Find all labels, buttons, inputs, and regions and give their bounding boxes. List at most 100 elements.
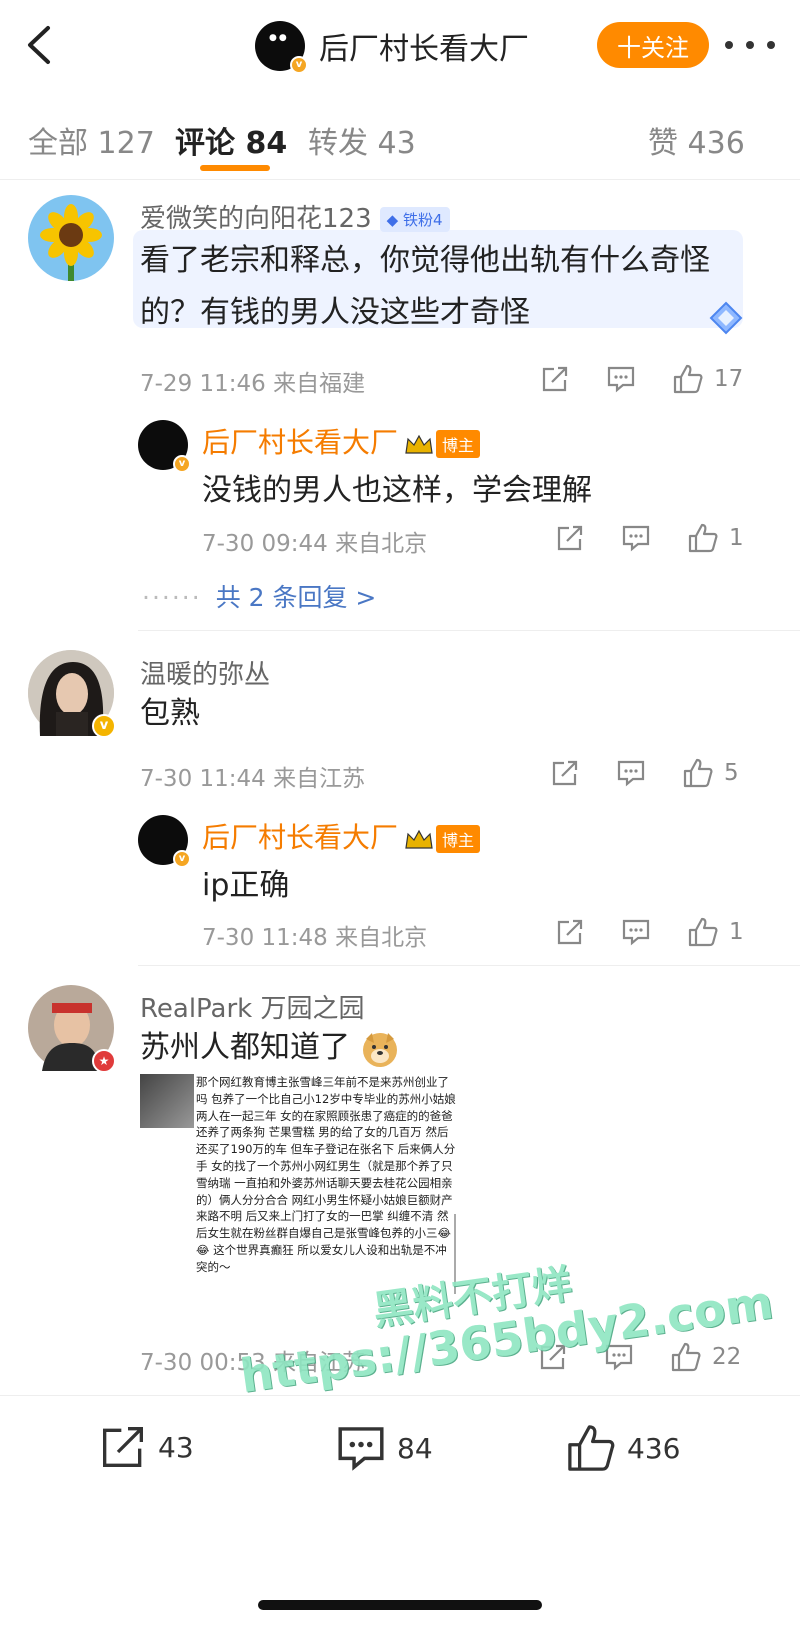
like-button[interactable]: 1	[687, 520, 744, 556]
image-text: 那个网红教育博主张雪峰三年前不是来苏州创业了吗 包养了一个比自己小12岁中专毕业…	[196, 1075, 456, 1274]
star-badge-icon: ★	[92, 1049, 116, 1073]
reply-actions: 1	[555, 520, 780, 556]
top-bar: ●● v 后厂村长看大厂 十关注	[0, 0, 800, 90]
comment-icon	[605, 1344, 633, 1371]
image-scroll-line	[454, 1214, 456, 1294]
like-button[interactable]: 5	[682, 755, 739, 791]
more-dot-icon	[746, 41, 754, 49]
home-indicator[interactable]	[258, 1600, 542, 1610]
blogger-badge: 博主	[436, 430, 481, 458]
comment-author[interactable]: RealPark 万园之园	[140, 988, 365, 1025]
comment-text: 看了老宗和释总，你觉得他出轨有什么奇怪 的？有钱的男人没这些才奇怪	[140, 235, 710, 339]
comment-text-line: 的？有钱的男人没这些才奇怪	[140, 295, 530, 330]
comment-button[interactable]	[606, 361, 636, 397]
doge-emoji-icon	[362, 1032, 397, 1067]
back-button[interactable]	[20, 22, 60, 68]
comment-count: 84	[397, 1431, 433, 1465]
comment-button[interactable]	[616, 755, 646, 791]
diamond-icon	[709, 301, 743, 335]
tab-indicator	[200, 165, 270, 171]
like-count: 5	[724, 760, 739, 786]
comment-icon	[622, 919, 650, 946]
like-count: 17	[714, 366, 744, 392]
divider	[138, 965, 800, 966]
reply-avatar[interactable]: v	[138, 815, 191, 868]
tab-all[interactable]: 全部 127	[28, 118, 155, 162]
avatar[interactable]	[28, 195, 114, 281]
bottom-action-bar: 43 84 436	[0, 1395, 800, 1505]
tab-comments[interactable]: 评论 84	[175, 118, 287, 162]
like-button[interactable]: 17	[672, 361, 743, 397]
account-title[interactable]: ●● v 后厂村长看大厂	[255, 20, 529, 74]
comment-text-line: 看了老宗和释总，你觉得他出轨有什么奇怪	[140, 243, 710, 278]
share-button[interactable]	[538, 1339, 568, 1375]
reply-author[interactable]: 后厂村长看大厂 博主	[202, 816, 481, 856]
thumbs-up-icon	[673, 364, 703, 394]
thumbs-up-icon	[688, 523, 718, 553]
sunflower-avatar-icon	[28, 195, 114, 281]
crown-icon	[405, 829, 433, 849]
comment-button[interactable]	[604, 1339, 634, 1375]
comment-actions: 22	[538, 1339, 780, 1375]
like-count: 22	[712, 1344, 742, 1370]
reply-author-name: 后厂村长看大厂	[202, 426, 399, 459]
reply-author-name: 后厂村长看大厂	[202, 821, 399, 854]
more-dot-icon	[725, 41, 733, 49]
fan-badge-label: 铁粉4	[402, 211, 443, 229]
share-button[interactable]	[550, 755, 580, 791]
share-icon	[540, 1344, 566, 1370]
comment-button[interactable]	[621, 520, 651, 556]
like-button[interactable]: 1	[687, 914, 744, 950]
thumbs-up-icon	[671, 1342, 701, 1372]
comment-meta: 7-30 00:53 来自江苏	[140, 1350, 366, 1376]
more-replies-link[interactable]: ······ 共 2 条回复 >	[142, 578, 376, 614]
comment-author[interactable]: 爱微笑的向阳花123 ◆ 铁粉4	[140, 198, 450, 235]
comment-author[interactable]: 温暖的弥丛	[140, 654, 270, 691]
comment-image[interactable]: 那个网红教育博主张雪峰三年前不是来苏州创业了吗 包养了一个比自己小12岁中专毕业…	[140, 1074, 460, 1318]
tab-likes[interactable]: 赞 436	[648, 118, 745, 162]
verified-icon: v	[290, 56, 308, 74]
more-replies-label: 共 2 条回复 >	[215, 583, 377, 612]
tab-reposts[interactable]: 转发 43	[308, 118, 416, 162]
share-icon	[557, 525, 583, 551]
like-button[interactable]: 436	[565, 1422, 680, 1474]
share-button[interactable]	[555, 520, 585, 556]
comment-meta: 7-30 11:44 来自江苏	[140, 766, 366, 792]
like-count: 1	[729, 525, 744, 551]
thumbs-up-icon	[683, 758, 713, 788]
blogger-badge: 博主	[436, 825, 481, 853]
comment-icon	[607, 366, 635, 393]
comment-text: 苏州人都知道了	[140, 1022, 400, 1074]
reply-text: 没钱的男人也这样，学会理解	[202, 473, 592, 508]
comment-icon	[338, 1427, 384, 1471]
share-icon	[557, 919, 583, 945]
thumbs-up-icon	[568, 1425, 615, 1471]
like-count: 1	[729, 919, 744, 945]
thumbs-up-icon	[688, 917, 718, 947]
repost-button[interactable]: 43	[98, 1422, 194, 1472]
avatar[interactable]: v	[28, 650, 116, 738]
comment-button[interactable]: 84	[335, 1422, 433, 1474]
comment-button[interactable]	[621, 914, 651, 950]
reply-avatar[interactable]: v	[138, 420, 191, 473]
repost-count: 43	[158, 1430, 194, 1464]
like-button[interactable]: 22	[670, 1339, 741, 1375]
dots-decoration: ······	[142, 583, 202, 612]
tab-bar: 全部 127 评论 84 转发 43 赞 436	[0, 92, 800, 180]
more-options-button[interactable]	[725, 30, 775, 60]
share-button[interactable]	[540, 361, 570, 397]
comment-icon	[622, 525, 650, 552]
verified-icon: v	[173, 850, 191, 868]
comment-author-name: 爱微笑的向阳花123	[140, 204, 372, 234]
avatar[interactable]: ★	[28, 985, 116, 1073]
image-thumbnail	[140, 1074, 194, 1128]
reply-meta: 7-30 09:44 来自北京	[202, 531, 428, 557]
reply-author[interactable]: 后厂村长看大厂 博主	[202, 421, 481, 461]
chevron-left-icon	[28, 26, 50, 64]
crown-icon	[405, 434, 433, 454]
comment-meta: 7-29 11:46 来自福建	[140, 371, 366, 397]
share-button[interactable]	[555, 914, 585, 950]
follow-button[interactable]: 十关注	[597, 22, 709, 68]
account-avatar[interactable]: ●● v	[255, 21, 308, 74]
share-icon	[542, 366, 568, 392]
